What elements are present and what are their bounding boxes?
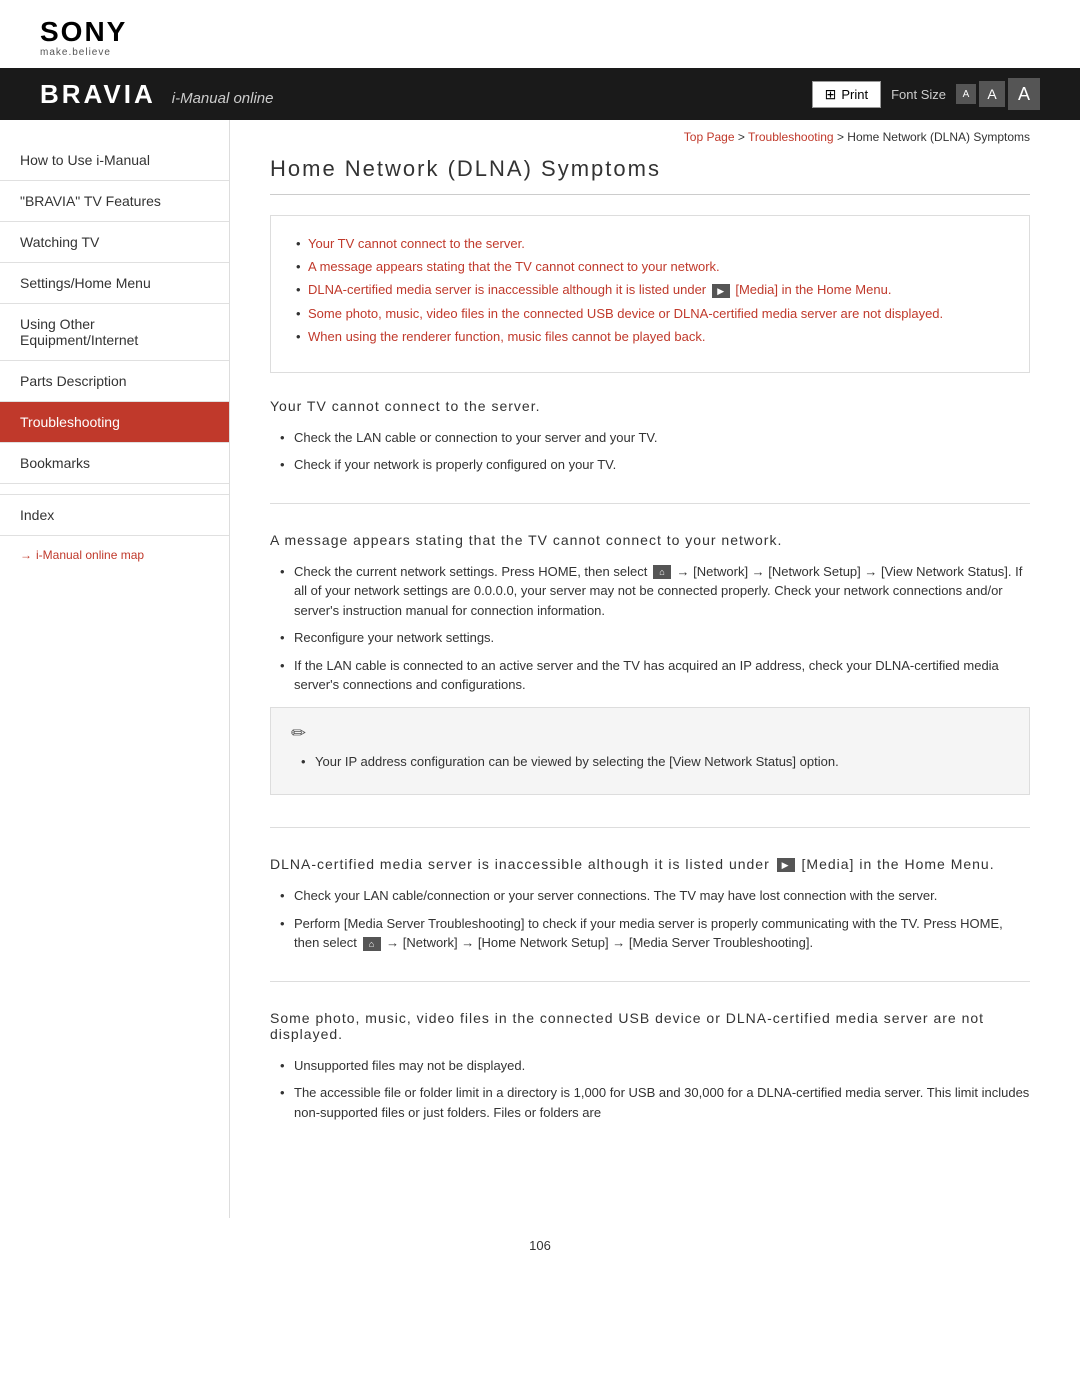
sidebar-item-settings[interactable]: Settings/Home Menu	[0, 263, 229, 304]
sidebar-item-parts[interactable]: Parts Description	[0, 361, 229, 402]
font-size-label: Font Size	[891, 87, 946, 102]
summary-list: Your TV cannot connect to the server. A …	[296, 236, 1004, 344]
note-item-1: Your IP address configuration can be vie…	[301, 752, 1009, 772]
sony-logo: SONY make.believe	[40, 18, 1040, 58]
bravia-bar: BRAVIA i-Manual online ⊞ Print Font Size…	[0, 68, 1080, 120]
section1-bullet-1: Check the LAN cable or connection to you…	[280, 428, 1030, 448]
section2-bullet-1: Check the current network settings. Pres…	[280, 562, 1030, 621]
arrow-icon: →	[20, 548, 32, 562]
section1-title: Your TV cannot connect to the server.	[270, 398, 1030, 414]
font-size-small-button[interactable]: A	[956, 84, 976, 104]
sidebar-item-watching-tv[interactable]: Watching TV	[0, 222, 229, 263]
print-icon: ⊞	[825, 86, 837, 103]
section3-bullet-1: Check your LAN cable/connection or your …	[280, 886, 1030, 906]
bravia-left: BRAVIA i-Manual online	[40, 79, 273, 110]
print-button[interactable]: ⊞ Print	[812, 81, 881, 108]
page-title: Home Network (DLNA) Symptoms	[270, 156, 1030, 195]
summary-item-3: DLNA-certified media server is inaccessi…	[296, 282, 1004, 298]
section-tv-cannot-connect: Your TV cannot connect to the server. Ch…	[270, 398, 1030, 504]
section3-bullet-2: Perform [Media Server Troubleshooting] t…	[280, 914, 1030, 953]
breadcrumb-sep2: >	[837, 130, 847, 144]
home-icon-1: ⌂	[653, 565, 671, 579]
note-icon: ✏	[291, 723, 1009, 744]
section4-bullet-2: The accessible file or folder limit in a…	[280, 1083, 1030, 1122]
print-label: Print	[841, 87, 868, 102]
sidebar-item-troubleshooting[interactable]: Troubleshooting	[0, 402, 229, 443]
breadcrumb-current: Home Network (DLNA) Symptoms	[847, 130, 1030, 144]
breadcrumb-top-page[interactable]: Top Page	[684, 130, 735, 144]
section4-title: Some photo, music, video files in the co…	[270, 1010, 1030, 1042]
page-number: 106	[0, 1218, 1080, 1273]
sidebar-item-bookmarks[interactable]: Bookmarks	[0, 443, 229, 484]
section-message-appears: A message appears stating that the TV ca…	[270, 532, 1030, 829]
summary-box: Your TV cannot connect to the server. A …	[270, 215, 1030, 373]
summary-link-4[interactable]: Some photo, music, video files in the co…	[308, 306, 943, 321]
note-box: ✏ Your IP address configuration can be v…	[270, 707, 1030, 796]
section2-title: A message appears stating that the TV ca…	[270, 532, 1030, 548]
bravia-subtitle: i-Manual online	[172, 90, 274, 107]
media-icon-2: ▶	[777, 858, 795, 872]
font-size-medium-button[interactable]: A	[979, 81, 1005, 107]
main-layout: How to Use i-Manual "BRAVIA" TV Features…	[0, 120, 1080, 1218]
summary-item-4: Some photo, music, video files in the co…	[296, 306, 1004, 321]
sidebar-item-how-to-use[interactable]: How to Use i-Manual	[0, 140, 229, 181]
section2-bullet-3: If the LAN cable is connected to an acti…	[280, 656, 1030, 695]
content-area: Top Page > Troubleshooting > Home Networ…	[230, 120, 1080, 1218]
summary-item-2: A message appears stating that the TV ca…	[296, 259, 1004, 274]
section3-title: DLNA-certified media server is inaccessi…	[270, 856, 1030, 872]
top-header: SONY make.believe	[0, 0, 1080, 68]
bravia-logo: BRAVIA	[40, 79, 156, 110]
breadcrumb: Top Page > Troubleshooting > Home Networ…	[270, 130, 1030, 144]
section1-bullet-2: Check if your network is properly config…	[280, 455, 1030, 475]
breadcrumb-troubleshooting[interactable]: Troubleshooting	[748, 130, 834, 144]
summary-link-1[interactable]: Your TV cannot connect to the server.	[308, 236, 525, 251]
summary-link-5[interactable]: When using the renderer function, music …	[308, 329, 705, 344]
map-link-text: i-Manual online map	[36, 548, 144, 562]
summary-link-3[interactable]: DLNA-certified media server is inaccessi…	[308, 282, 891, 297]
section2-bullets: Check the current network settings. Pres…	[280, 562, 1030, 695]
bravia-right: ⊞ Print Font Size A A A	[812, 78, 1040, 110]
home-icon-2: ⌂	[363, 937, 381, 951]
sidebar-item-bravia-features[interactable]: "BRAVIA" TV Features	[0, 181, 229, 222]
section2-bullet-2: Reconfigure your network settings.	[280, 628, 1030, 648]
section1-bullets: Check the LAN cable or connection to you…	[280, 428, 1030, 475]
section-files-not-displayed: Some photo, music, video files in the co…	[270, 1010, 1030, 1151]
sidebar-item-index[interactable]: Index	[0, 494, 229, 536]
summary-item-1: Your TV cannot connect to the server.	[296, 236, 1004, 251]
media-icon: ▶	[712, 284, 730, 298]
breadcrumb-sep1: >	[738, 130, 748, 144]
font-size-large-button[interactable]: A	[1008, 78, 1040, 110]
section-dlna-inaccessible: DLNA-certified media server is inaccessi…	[270, 856, 1030, 982]
note-list: Your IP address configuration can be vie…	[301, 752, 1009, 772]
summary-item-5: When using the renderer function, music …	[296, 329, 1004, 344]
font-size-buttons: A A A	[956, 78, 1040, 110]
summary-link-2[interactable]: A message appears stating that the TV ca…	[308, 259, 720, 274]
sony-tagline: make.believe	[40, 48, 1040, 58]
section3-bullets: Check your LAN cable/connection or your …	[280, 886, 1030, 953]
section4-bullet-1: Unsupported files may not be displayed.	[280, 1056, 1030, 1076]
section4-bullets: Unsupported files may not be displayed. …	[280, 1056, 1030, 1123]
imanual-map-link[interactable]: → i-Manual online map	[0, 536, 229, 574]
sony-brand-text: SONY	[40, 18, 1040, 46]
sidebar: How to Use i-Manual "BRAVIA" TV Features…	[0, 120, 230, 1218]
sidebar-item-other-equipment[interactable]: Using Other Equipment/Internet	[0, 304, 229, 361]
